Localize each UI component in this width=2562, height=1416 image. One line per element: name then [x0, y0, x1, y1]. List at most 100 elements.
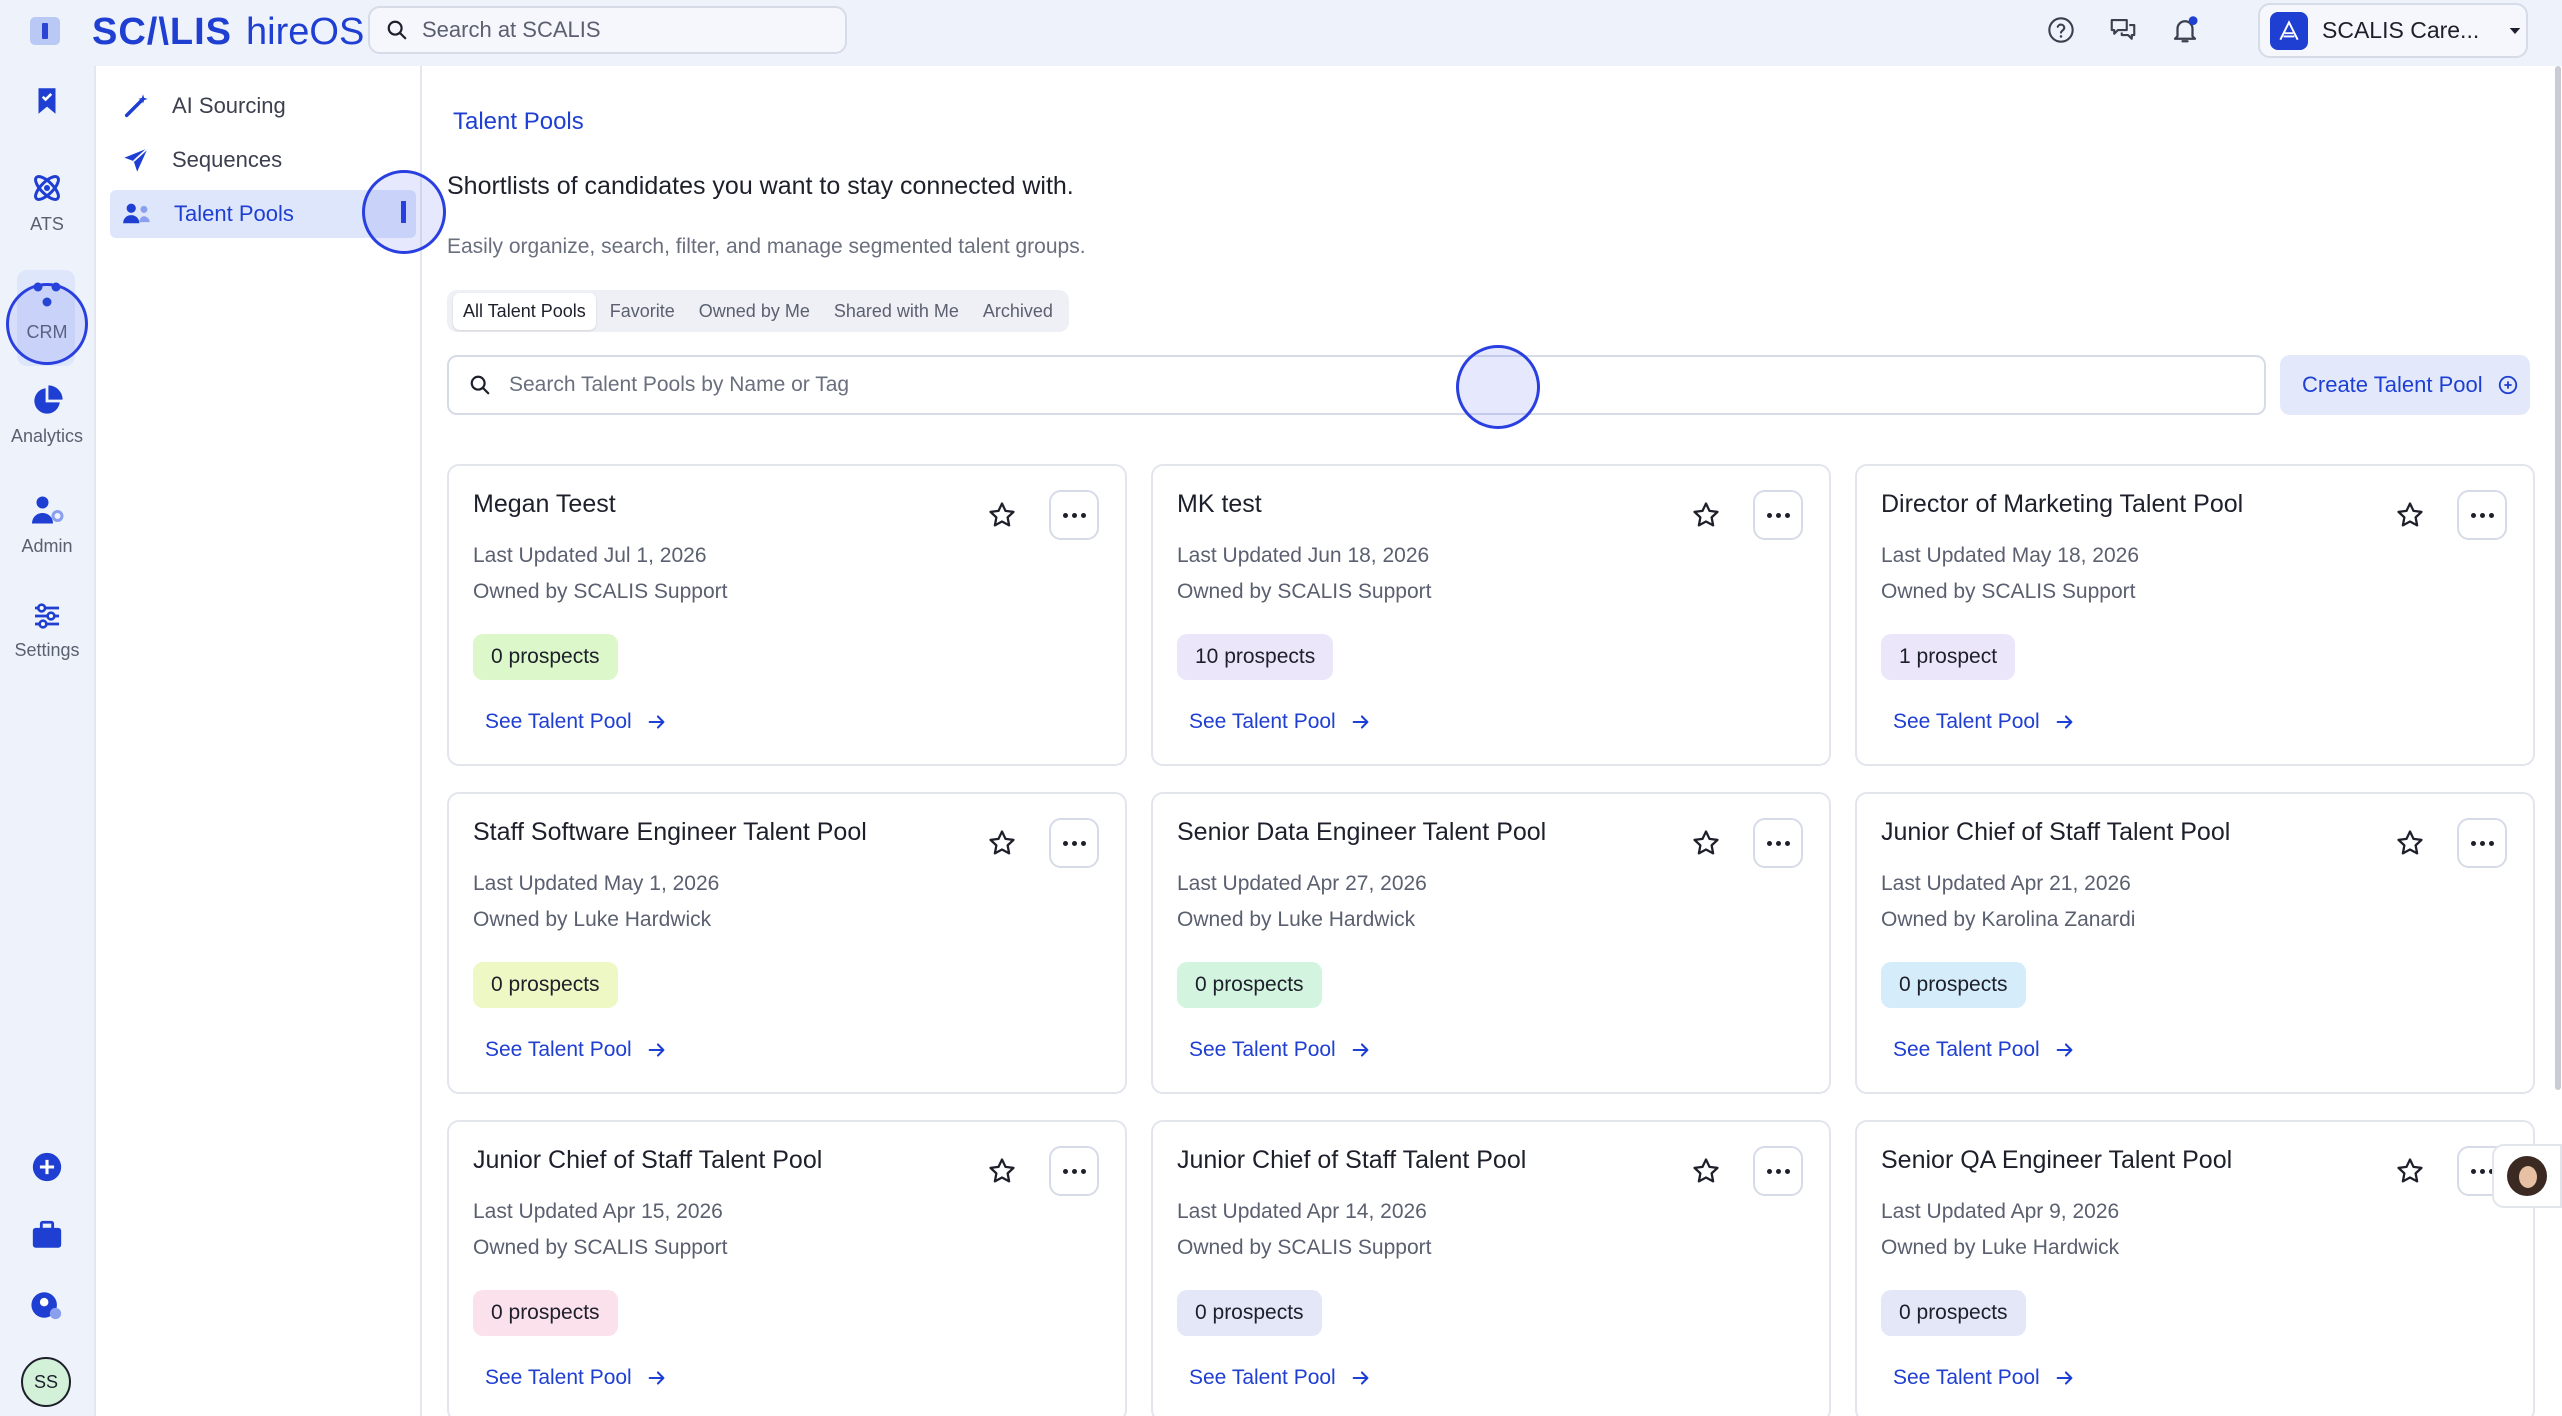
sidebar-toggle-icon[interactable]: [30, 17, 60, 45]
tab-archived[interactable]: Archived: [973, 293, 1063, 330]
atom-icon: [34, 175, 60, 201]
see-talent-pool-label: See Talent Pool: [1189, 710, 1336, 733]
more-options-button[interactable]: [2457, 490, 2507, 540]
see-talent-pool-link[interactable]: See Talent Pool: [1893, 1366, 2076, 1390]
rail-item-settings[interactable]: Settings: [0, 600, 94, 661]
tab-all-talent-pools[interactable]: All Talent Pools: [453, 292, 596, 330]
more-options-button[interactable]: [2457, 818, 2507, 868]
see-talent-pool-link[interactable]: See Talent Pool: [1893, 710, 2076, 734]
talent-pool-search-input[interactable]: [509, 373, 2209, 397]
see-talent-pool-link[interactable]: See Talent Pool: [485, 1038, 668, 1062]
scrollbar[interactable]: [2555, 66, 2561, 1090]
support-chat-button[interactable]: [2492, 1144, 2562, 1208]
brand-suffix: hireOS: [246, 10, 365, 53]
card-owner: Owned by Luke Hardwick: [1881, 1236, 2120, 1259]
talent-pool-card[interactable]: MK test Last Updated Jun 18, 2026 Owned by…: [1151, 464, 1831, 766]
favorite-button[interactable]: [1689, 1154, 1723, 1188]
avatar[interactable]: SS: [21, 1357, 71, 1407]
rail-label-admin: Admin: [21, 536, 73, 556]
see-talent-pool-link[interactable]: See Talent Pool: [1189, 710, 1372, 734]
breadcrumb[interactable]: Talent Pools: [453, 108, 584, 136]
talent-pool-card[interactable]: Director of Marketing Talent Pool Last Up…: [1855, 464, 2535, 766]
talent-pool-search[interactable]: [447, 355, 2266, 415]
card-title[interactable]: Junior Chief of Staff Talent Pool: [1177, 1146, 1526, 1175]
prospect-count-badge: 0 prospects: [1177, 962, 1322, 1008]
more-options-button[interactable]: [1753, 818, 1803, 868]
tab-owned-by-me[interactable]: Owned by Me: [689, 293, 820, 330]
create-talent-pool-button[interactable]: Create Talent Pool: [2280, 355, 2530, 415]
rail-label-ats: ATS: [30, 214, 64, 234]
top-bar: SC/\LIS hireOS SCALIS Care...: [0, 0, 2562, 66]
talent-pool-card[interactable]: Senior QA Engineer Talent Pool Last Updat…: [1855, 1120, 2535, 1416]
talent-pool-card[interactable]: Megan Teest Last Updated Jul 1, 2026 Owned…: [447, 464, 1127, 766]
favorite-button[interactable]: [985, 1154, 1019, 1188]
global-search[interactable]: [368, 6, 847, 54]
card-title[interactable]: Megan Teest: [473, 490, 616, 519]
talent-pool-card[interactable]: Junior Chief of Staff Talent Pool Last Up…: [1151, 1120, 1831, 1416]
prospect-count-badge: 10 prospects: [1177, 634, 1334, 680]
favorite-button[interactable]: [1689, 498, 1723, 532]
tab-favorite[interactable]: Favorite: [600, 293, 685, 330]
talent-pool-card[interactable]: Staff Software Engineer Talent Pool Last …: [447, 792, 1127, 1094]
dot: [1775, 512, 1781, 518]
card-title[interactable]: Staff Software Engineer Talent Pool: [473, 818, 867, 847]
see-talent-pool-link[interactable]: See Talent Pool: [485, 1366, 668, 1390]
app-logo[interactable]: SC/\LIS hireOS: [92, 8, 364, 56]
rail-briefcase-button[interactable]: [0, 1218, 94, 1252]
rail-item-admin[interactable]: Admin: [0, 492, 94, 557]
briefcase-icon: [32, 1220, 62, 1248]
favorite-button[interactable]: [985, 826, 1019, 860]
rail-item-analytics[interactable]: Analytics: [0, 384, 94, 447]
more-options-button[interactable]: [1049, 490, 1099, 540]
card-title[interactable]: Director of Marketing Talent Pool: [1881, 490, 2243, 519]
see-talent-pool-link[interactable]: See Talent Pool: [1893, 1038, 2076, 1062]
card-title[interactable]: Junior Chief of Staff Talent Pool: [1881, 818, 2230, 847]
more-options-button[interactable]: [1049, 818, 1099, 868]
arrow-right-icon: [1352, 715, 1369, 729]
organization-select[interactable]: SCALIS Care...: [2258, 3, 2528, 58]
card-last-updated: Last Updated Apr 15, 2026: [473, 1200, 723, 1223]
more-options-button[interactable]: [1753, 1146, 1803, 1196]
favorite-button[interactable]: [2393, 826, 2427, 860]
rail-add-button[interactable]: [0, 1150, 94, 1184]
notifications-icon[interactable]: [2167, 12, 2203, 48]
help-icon[interactable]: [2043, 12, 2079, 48]
tab-shared-with-me[interactable]: Shared with Me: [824, 293, 969, 330]
more-options-button[interactable]: [1753, 490, 1803, 540]
rail-item-ats[interactable]: ATS: [0, 170, 94, 235]
favorite-button[interactable]: [2393, 498, 2427, 532]
talent-pool-card[interactable]: Senior Data Engineer Talent Pool Last Upd…: [1151, 792, 1831, 1094]
talent-pool-card[interactable]: Junior Chief of Staff Talent Pool Last Up…: [447, 1120, 1127, 1416]
more-options-button[interactable]: [1049, 1146, 1099, 1196]
card-title[interactable]: Junior Chief of Staff Talent Pool: [473, 1146, 822, 1175]
card-title[interactable]: Senior QA Engineer Talent Pool: [1881, 1146, 2232, 1175]
dot: [1062, 840, 1068, 846]
see-talent-pool-link[interactable]: See Talent Pool: [1189, 1366, 1372, 1390]
dot: [1784, 840, 1790, 846]
dot: [1071, 1168, 1077, 1174]
card-owner: Owned by SCALIS Support: [1177, 580, 1432, 603]
subnav-item-sequences[interactable]: Sequences: [110, 136, 416, 184]
subnav-item-ai-sourcing[interactable]: AI Sourcing: [110, 82, 416, 130]
talent-pool-card[interactable]: Junior Chief of Staff Talent Pool Last Up…: [1855, 792, 2535, 1094]
see-talent-pool-link[interactable]: See Talent Pool: [485, 710, 668, 734]
card-title[interactable]: MK test: [1177, 490, 1262, 519]
favorite-button[interactable]: [2393, 1154, 2427, 1188]
dot: [1080, 512, 1086, 518]
card-title[interactable]: Senior Data Engineer Talent Pool: [1177, 818, 1546, 847]
dot: [1766, 1168, 1772, 1174]
favorite-button[interactable]: [1689, 826, 1723, 860]
star-icon: [1693, 830, 1719, 855]
paper-plane-icon: [124, 147, 149, 172]
crm-subnav: AI Sourcing Sequences Talent Pools: [94, 66, 422, 1416]
subnav-label-ai-sourcing: AI Sourcing: [172, 93, 286, 118]
rail-item-bookmarks[interactable]: [0, 84, 94, 118]
rail-user-settings-button[interactable]: [0, 1288, 94, 1322]
favorite-button[interactable]: [985, 498, 1019, 532]
card-owner: Owned by SCALIS Support: [473, 580, 728, 603]
global-search-input[interactable]: [422, 17, 822, 43]
messages-icon[interactable]: [2105, 12, 2141, 48]
star-icon: [2397, 830, 2423, 855]
rail-label-analytics: Analytics: [10, 426, 84, 446]
see-talent-pool-link[interactable]: See Talent Pool: [1189, 1038, 1372, 1062]
